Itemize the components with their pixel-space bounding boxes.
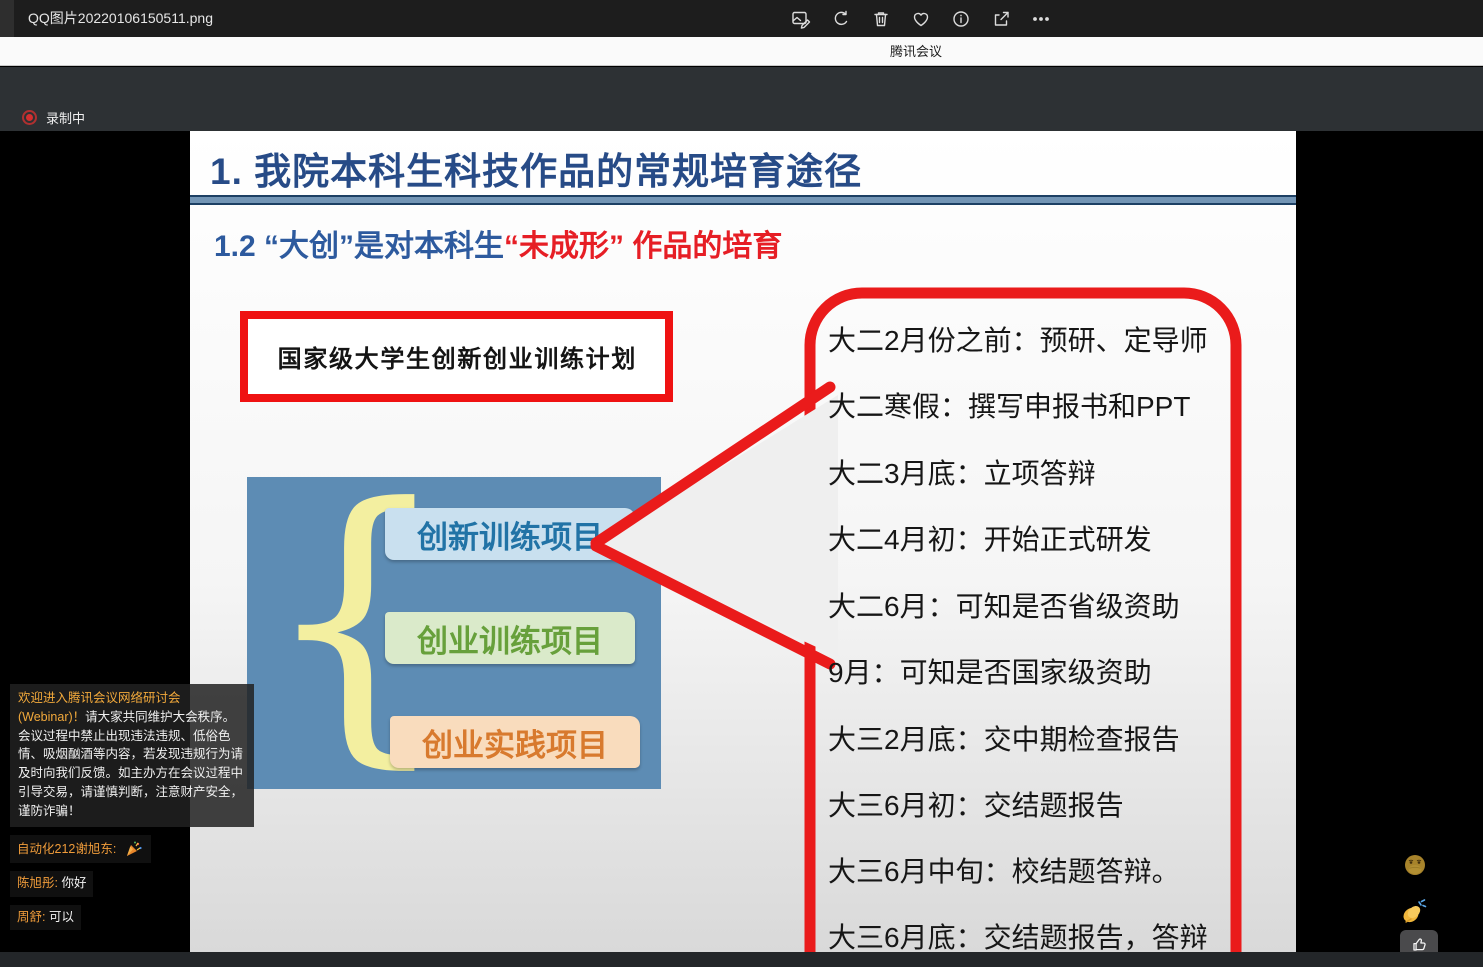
screen: QQ图片20220106150511.png (0, 0, 1483, 967)
timeline-item: 大二4月初：开始正式研发 (828, 519, 1152, 561)
timeline-item: 9月：可知是否国家级资助 (828, 652, 1152, 694)
meeting-titlebar: 腾讯会议 (0, 37, 1483, 66)
recording-dot-icon (22, 110, 37, 125)
presentation-slide: 1. 我院本科生科技作品的常规培育途径 1.2 “大创”是对本科生“未成形” 作… (190, 131, 1296, 952)
heading-divider (190, 195, 1296, 205)
subheading-red: “未成形” 作品的培育 (504, 230, 782, 263)
chat-sender: 周舒: (17, 910, 45, 924)
chat-message: 陈旭彤: 你好 (10, 871, 93, 897)
timeline-item: 大二寒假：撰写申报书和PPT (828, 386, 1190, 428)
recording-indicator[interactable]: 录制中 (22, 108, 85, 127)
meeting-title: 腾讯会议 (890, 37, 942, 66)
chat-text: 可以 (49, 910, 74, 924)
clapping-hands-emoji (1398, 898, 1428, 928)
rotate-icon[interactable] (821, 0, 861, 37)
slide-subheading: 1.2 “大创”是对本科生“未成形” 作品的培育 (214, 221, 782, 265)
titlebar-left-edge (0, 0, 14, 37)
subheading-blue: 1.2 “大创”是对本科生 (214, 230, 504, 263)
chat-overlay: 欢迎进入腾讯会议网络研讨会(Webinar)！请大家共同维护大会秩序。会议过程中… (10, 684, 254, 930)
delete-icon[interactable] (861, 0, 901, 37)
chat-message: 周舒: 可以 (10, 905, 81, 931)
timeline-item: 大二6月：可知是否省级资助 (828, 586, 1180, 628)
timeline-item: 大二3月底：立项答辩 (828, 453, 1096, 495)
timeline-item: 大三6月中旬：校结题答辩。 (828, 851, 1180, 893)
face-with-hand-over-mouth-emoji (1403, 853, 1427, 877)
image-filename: QQ图片20220106150511.png (28, 0, 213, 37)
recording-label: 录制中 (46, 108, 85, 127)
chat-text: 你好 (61, 876, 86, 890)
chat-sender: 陈旭彤: (17, 876, 58, 890)
party-popper-emoji (124, 839, 144, 859)
project-types-panel: { 创新训练项目 创业训练项目 创业实践项目 (247, 477, 661, 789)
program-banner: 国 家 级 大 学 生 创 新 创 业 训 练 计 划 (240, 311, 673, 402)
project-type-innovation: 创新训练项目 (385, 508, 635, 560)
timeline-item: 大三2月底：交中期检查报告 (828, 719, 1180, 761)
project-type-entrepreneur-practice: 创业实践项目 (390, 716, 640, 768)
photos-toolbar (781, 0, 1061, 37)
timeline-item: 大三6月初：交结题报告 (828, 785, 1124, 827)
see-more-icon[interactable] (1021, 0, 1061, 37)
timeline-item: 大二2月份之前：预研、定导师 (828, 320, 1208, 362)
slide-heading: 1. 我院本科生科技作品的常规培育途径 (210, 141, 862, 195)
info-icon[interactable] (941, 0, 981, 37)
project-type-entrepreneur-training: 创业训练项目 (385, 612, 635, 664)
photos-titlebar: QQ图片20220106150511.png (0, 0, 1483, 37)
timeline-item: 大三6月底：交结题报告，答辩 (828, 917, 1208, 952)
edit-image-icon[interactable] (781, 0, 821, 37)
share-icon[interactable] (981, 0, 1021, 37)
bottom-strip (0, 952, 1483, 967)
chat-message: 自动化212谢旭东: (10, 835, 151, 863)
chat-welcome-body: 请大家共同维护大会秩序。会议过程中禁止出现违法违规、低俗色情、吸烟酗酒等内容，若… (18, 710, 243, 818)
chat-welcome-notice: 欢迎进入腾讯会议网络研讨会(Webinar)！请大家共同维护大会秩序。会议过程中… (10, 684, 254, 827)
meeting-toolbar (0, 67, 1483, 131)
favorite-icon[interactable] (901, 0, 941, 37)
chat-sender: 自动化212谢旭东: (17, 842, 116, 856)
